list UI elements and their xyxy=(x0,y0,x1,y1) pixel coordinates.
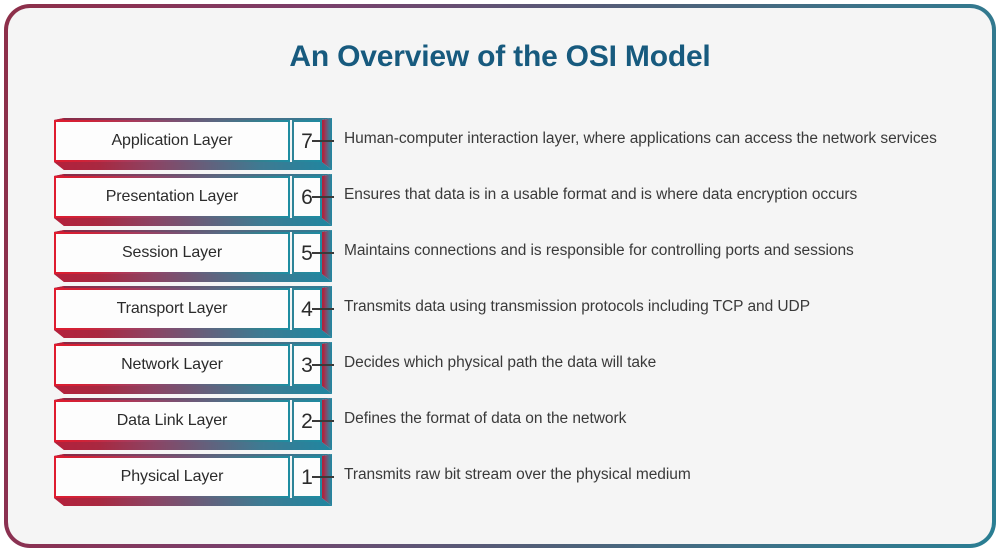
osi-layer-list: Application Layer 7 Human-computer inter… xyxy=(8,118,992,510)
layer-block-7[interactable]: Application Layer 7 xyxy=(50,118,332,170)
layer-description: Transmits raw bit stream over the physic… xyxy=(344,466,691,483)
osi-layer-row-3: Network Layer 3 Decides which physical p… xyxy=(8,342,992,398)
layer-name-plate-inner: Network Layer xyxy=(56,346,288,384)
connector-dash-icon xyxy=(312,196,334,198)
layer-block-3[interactable]: Network Layer 3 xyxy=(50,342,332,394)
layer-block-2[interactable]: Data Link Layer 2 xyxy=(50,398,332,450)
layer-description: Defines the format of data on the networ… xyxy=(344,410,627,427)
layer-description: Maintains connections and is responsible… xyxy=(344,242,854,259)
layer-name-plate: Session Layer xyxy=(54,232,290,274)
layer-name-plate-inner: Application Layer xyxy=(56,122,288,160)
connector-dash-icon xyxy=(312,476,334,478)
diagram-canvas: An Overview of the OSI Model Application… xyxy=(8,8,992,544)
layer-description: Ensures that data is in a usable format … xyxy=(344,186,858,203)
layer-name-plate-inner: Transport Layer xyxy=(56,290,288,328)
layer-block-4[interactable]: Transport Layer 4 xyxy=(50,286,332,338)
layer-name: Data Link Layer xyxy=(116,412,228,429)
layer-name-plate: Physical Layer xyxy=(54,456,290,498)
outer-gradient-frame: An Overview of the OSI Model Application… xyxy=(4,4,996,548)
osi-layer-row-7: Application Layer 7 Human-computer inter… xyxy=(8,118,992,174)
layer-name-plate: Network Layer xyxy=(54,344,290,386)
page-title: An Overview of the OSI Model xyxy=(289,40,711,73)
osi-layer-row-4: Transport Layer 4 Transmits data using t… xyxy=(8,286,992,342)
layer-name-plate-inner: Session Layer xyxy=(56,234,288,272)
layer-description: Transmits data using transmission protoc… xyxy=(344,298,810,315)
layer-name-plate: Transport Layer xyxy=(54,288,290,330)
layer-block-1[interactable]: Physical Layer 1 xyxy=(50,454,332,506)
layer-block-6[interactable]: Presentation Layer 6 xyxy=(50,174,332,226)
connector-dash-icon xyxy=(312,140,334,142)
layer-name-plate-inner: Physical Layer xyxy=(56,458,288,496)
connector-dash-icon xyxy=(312,420,334,422)
layer-name: Presentation Layer xyxy=(105,188,239,205)
layer-name: Transport Layer xyxy=(116,300,228,317)
layer-block-5[interactable]: Session Layer 5 xyxy=(50,230,332,282)
layer-description: Decides which physical path the data wil… xyxy=(344,354,657,371)
layer-name-plate-inner: Presentation Layer xyxy=(56,178,288,216)
layer-name: Session Layer xyxy=(121,244,223,261)
osi-layer-row-6: Presentation Layer 6 Ensures that data i… xyxy=(8,174,992,230)
osi-layer-row-5: Session Layer 5 Maintains connections an… xyxy=(8,230,992,286)
layer-name: Application Layer xyxy=(111,132,233,149)
layer-name-plate-inner: Data Link Layer xyxy=(56,402,288,440)
osi-model-diagram: An Overview of the OSI Model Application… xyxy=(0,0,1000,552)
layer-name: Physical Layer xyxy=(120,468,224,485)
connector-dash-icon xyxy=(312,364,334,366)
connector-dash-icon xyxy=(312,252,334,254)
layer-description: Human-computer interaction layer, where … xyxy=(344,130,937,147)
layer-name-plate: Application Layer xyxy=(54,120,290,162)
osi-layer-row-2: Data Link Layer 2 Defines the format of … xyxy=(8,398,992,454)
connector-dash-icon xyxy=(312,308,334,310)
osi-layer-row-1: Physical Layer 1 Transmits raw bit strea… xyxy=(8,454,992,510)
layer-name: Network Layer xyxy=(121,356,223,373)
layer-name-plate: Presentation Layer xyxy=(54,176,290,218)
layer-name-plate: Data Link Layer xyxy=(54,400,290,442)
